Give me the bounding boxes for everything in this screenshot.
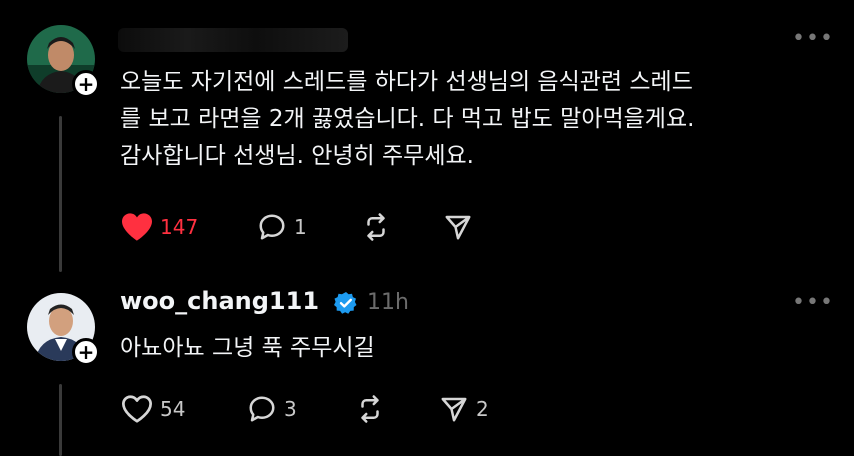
more-options-button[interactable]: ••• [792, 26, 834, 51]
post-text: 오늘도 자기전에 스레드를 하다가 선생님의 음식관련 스레드 를 보고 라면을… [120, 64, 840, 175]
like-button[interactable]: 54 [120, 394, 185, 424]
follow-button[interactable]: + [72, 70, 100, 98]
send-icon [441, 397, 467, 422]
like-count: 54 [160, 397, 186, 421]
reply-count: 1 [294, 215, 307, 239]
reply-button[interactable]: 1 [256, 212, 307, 242]
repost-icon [367, 213, 385, 241]
post-text-line: 오늘도 자기전에 스레드를 하다가 선생님의 음식관련 스레드 [120, 69, 693, 95]
verified-badge-icon [334, 292, 357, 314]
more-options-button[interactable]: ••• [792, 290, 834, 315]
reply-count: 3 [284, 397, 297, 421]
send-icon [445, 215, 471, 240]
post-timestamp: 11h [367, 290, 409, 315]
post-text: 아뇨아뇨 그녕 푹 주무시길 [120, 330, 840, 367]
share-button[interactable] [442, 212, 474, 242]
thread-connector-line [59, 384, 62, 456]
follow-button[interactable]: + [72, 338, 100, 366]
post-actions: 147 1 [120, 212, 520, 244]
repost-icon [361, 395, 379, 423]
heart-filled-icon [122, 213, 152, 241]
comment-icon [249, 396, 275, 422]
heart-icon [122, 395, 152, 423]
like-count: 147 [160, 215, 199, 239]
repost-button[interactable] [354, 394, 386, 424]
redacted-username [118, 28, 348, 52]
thread-connector-line [59, 116, 62, 272]
post-text-line: 를 보고 라면을 2개 끓였습니다. 다 먹고 밥도 말아먹을게요. [120, 106, 695, 132]
comment-icon [259, 214, 285, 240]
post-actions: 54 3 2 [120, 394, 520, 426]
repost-button[interactable] [360, 212, 392, 242]
share-button[interactable]: 2 [438, 394, 489, 424]
username[interactable]: woo_chang111 [120, 287, 319, 315]
like-button[interactable]: 147 [120, 212, 198, 242]
post-text-line: 감사합니다 선생님. 안녕히 주무세요. [120, 143, 474, 169]
reply-button[interactable]: 3 [246, 394, 297, 424]
share-count: 2 [476, 397, 489, 421]
post-text-line: 아뇨아뇨 그녕 푹 주무시길 [120, 335, 375, 361]
